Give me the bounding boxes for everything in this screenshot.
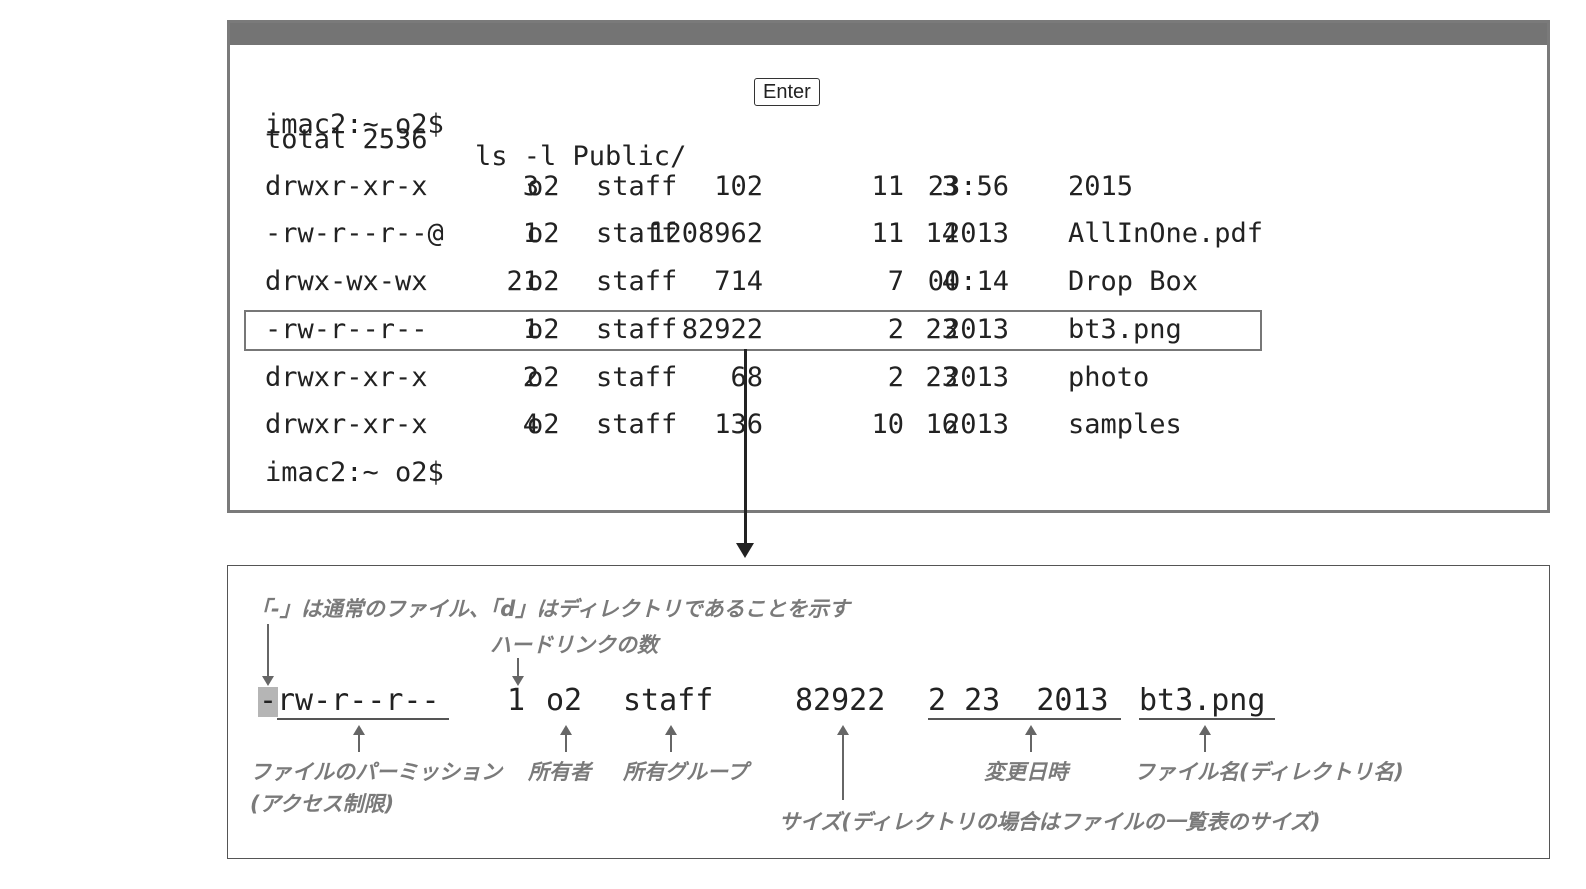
example-owner: o2: [546, 683, 583, 718]
connector-arrowhead: [736, 543, 754, 558]
listing-cell-name: 2015: [1068, 171, 1134, 202]
example-date: 2 23 2013: [928, 683, 1109, 718]
listing-cell-name: samples: [1068, 409, 1182, 440]
permissions-underline: [277, 718, 449, 720]
listing-cell-time: 2013: [943, 409, 1009, 440]
filename-arrow-shaft: [1204, 734, 1206, 752]
listing-cell-size: 102: [714, 171, 763, 202]
filename-underline: [1139, 718, 1275, 720]
listing-cell-month: 2: [887, 362, 904, 393]
size-label: サイズ(ディレクトリの場合はファイルの一覧表のサイズ): [779, 810, 1321, 834]
terminal-window: imac2:~ o2$ ls -l Public/ Enter total 25…: [227, 20, 1550, 513]
owner-label: 所有者: [528, 760, 591, 784]
hardlink-note: ハードリンクの数: [490, 633, 658, 657]
listing-cell-size: 136: [714, 409, 763, 440]
total-line: total 2536: [265, 124, 428, 155]
listing-cell-perm: drwx-wx-wx: [265, 266, 428, 297]
listing-cell-owner: o2: [527, 409, 560, 440]
listing-cell-perm: drwxr-xr-x: [265, 409, 428, 440]
type-arrow-shaft: [267, 624, 269, 676]
modified-arrow-shaft: [1030, 734, 1032, 752]
size-arrow-shaft: [842, 734, 844, 800]
listing-cell-name: Drop Box: [1068, 266, 1199, 297]
listing-cell-month: 11: [871, 218, 904, 249]
listing-cell-time: 2013: [943, 362, 1009, 393]
end-prompt: imac2:~ o2$: [265, 457, 444, 488]
listing-cell-owner: o2: [527, 362, 560, 393]
permission-arrow-shaft: [358, 734, 360, 752]
listing-cell-owner: o2: [527, 218, 560, 249]
listing-cell-owner: o2: [527, 171, 560, 202]
listing-cell-owner: o2: [527, 266, 560, 297]
date-underline: [928, 718, 1121, 720]
example-type-char: -: [259, 683, 278, 718]
example-size: 82922: [795, 683, 886, 718]
listing-cell-time: 2013: [943, 218, 1009, 249]
group-label: 所有グループ: [623, 760, 748, 784]
connector-line: [744, 349, 747, 547]
terminal-titlebar: [230, 23, 1547, 45]
modified-label: 変更日時: [984, 760, 1068, 784]
command-line: imac2:~ o2$ ls -l Public/ Enter: [265, 77, 820, 237]
listing-cell-perm: -rw-r--r--@: [265, 218, 444, 249]
hardlink-arrow-shaft: [517, 658, 519, 677]
explanation-panel: 「-」は通常のファイル、「d」はディレクトリであることを示す ハードリンクの数 …: [227, 565, 1550, 859]
example-links: 1: [507, 683, 526, 718]
permission-sublabel: (アクセス制限): [250, 792, 395, 816]
type-note: 「-」は通常のファイル、「d」はディレクトリであることを示す: [250, 597, 850, 621]
enter-key: Enter: [754, 78, 820, 106]
example-permissions: rw-r--r--: [277, 683, 440, 718]
permission-label: ファイルのパーミッション: [250, 760, 502, 784]
command-text: ls -l Public/: [475, 141, 687, 172]
owner-arrow-shaft: [565, 734, 567, 752]
listing-cell-name: photo: [1068, 362, 1150, 393]
example-group: staff: [623, 683, 714, 718]
listing-cell-month: 10: [871, 409, 904, 440]
listing-cell-name: AllInOne.pdf: [1068, 218, 1264, 249]
listing-cell-time: 00:14: [927, 266, 1009, 297]
listing-cell-size: 68: [623, 362, 763, 394]
highlighted-row-box: [244, 310, 1262, 351]
listing-cell-size: 714: [714, 266, 763, 297]
listing-cell-size: 1208962: [649, 218, 763, 249]
listing-cell-perm: drwxr-xr-x: [265, 171, 428, 202]
example-filename: bt3.png: [1139, 683, 1266, 718]
listing-cell-month: 7: [887, 266, 904, 297]
group-arrow-shaft: [670, 734, 672, 752]
listing-cell-time: 23:56: [927, 171, 1009, 202]
listing-cell-month: 11: [871, 171, 904, 202]
filename-label: ファイル名(ディレクトリ名): [1134, 760, 1404, 784]
listing-cell-perm: drwxr-xr-x: [265, 362, 428, 393]
